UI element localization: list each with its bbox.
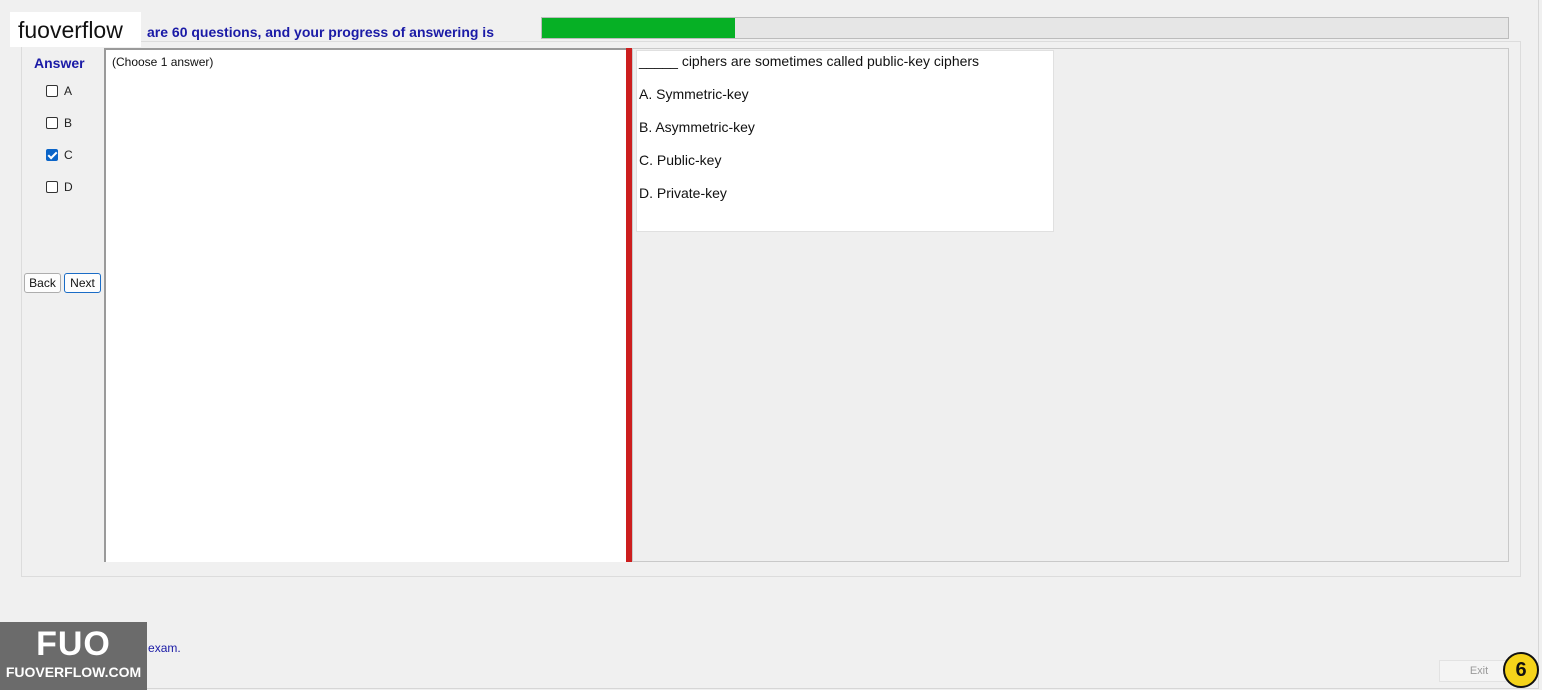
answer-option-d[interactable]: D [46,180,73,194]
answer-option-label: A [64,84,73,98]
question-option-c: C. Public-key [639,152,722,168]
back-button[interactable]: Back [24,273,61,293]
progress-text: are 60 questions, and your progress of a… [147,24,494,40]
answer-option-b[interactable]: B [46,116,72,130]
page-number-badge: 6 [1503,652,1539,688]
logo-small-text: FUOVERFLOW.COM [5,664,142,680]
question-text: _____ ciphers are sometimes called publi… [639,53,980,69]
next-button[interactable]: Next [64,273,101,293]
question-option-a: A. Symmetric-key [639,86,749,102]
fuoverflow-logo: FUO FUOVERFLOW.COM [0,622,147,690]
answer-option-label: B [64,116,73,130]
checkbox-d[interactable] [46,181,58,193]
answer-option-a[interactable]: A [46,84,72,98]
logo-big-text: FUO [36,625,111,663]
choose-instruction: (Choose 1 answer) [112,55,214,69]
checkbox-c[interactable] [46,149,58,161]
brand-label: fuoverflow [10,12,141,47]
checkbox-a[interactable] [46,85,58,97]
progress-bar [541,17,1509,39]
question-option-b: B. Asymmetric-key [639,119,755,135]
answer-title: Answer [34,55,85,71]
answer-option-label: C [64,148,73,162]
answer-option-c[interactable]: C [46,148,73,162]
checkbox-b[interactable] [46,117,58,129]
answer-area-panel: (Choose 1 answer) [104,48,626,562]
question-option-d: D. Private-key [639,185,727,201]
question-box: _____ ciphers are sometimes called publi… [636,50,1054,232]
answer-option-label: D [64,180,73,194]
progress-fill [542,18,736,38]
